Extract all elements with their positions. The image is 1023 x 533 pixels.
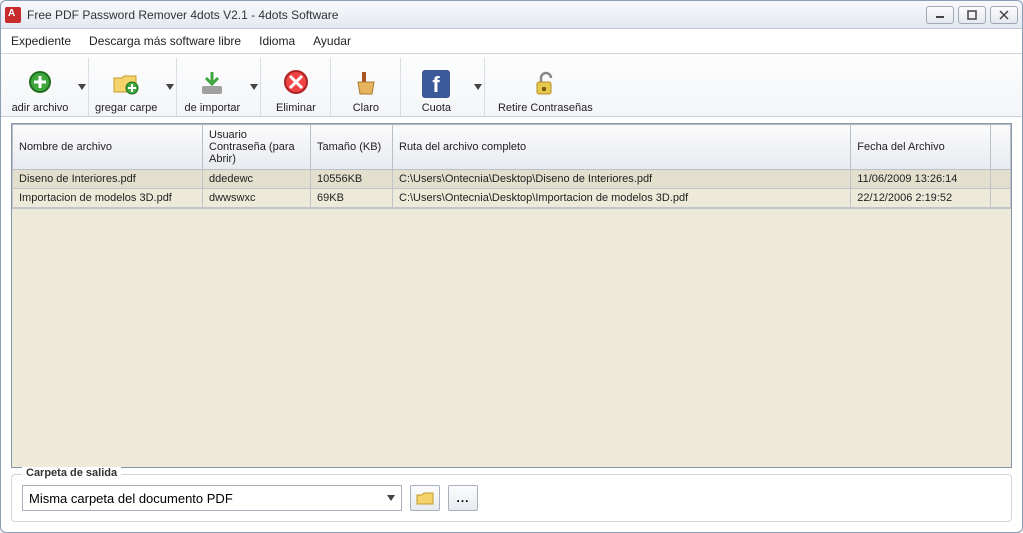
ellipsis-icon: ... bbox=[456, 491, 469, 505]
remove-icon bbox=[280, 68, 312, 100]
import-button[interactable]: de importar bbox=[177, 58, 247, 116]
file-table[interactable]: Nombre de archivo Usuario Contraseña (pa… bbox=[12, 124, 1011, 208]
chevron-down-icon bbox=[387, 495, 395, 501]
table-empty-area bbox=[12, 208, 1011, 467]
col-spacer bbox=[991, 125, 1011, 170]
col-filename[interactable]: Nombre de archivo bbox=[13, 125, 203, 170]
output-folder-combo[interactable]: Misma carpeta del documento PDF bbox=[22, 485, 402, 511]
close-button[interactable] bbox=[990, 6, 1018, 24]
col-path[interactable]: Ruta del archivo completo bbox=[393, 125, 851, 170]
menubar: Expediente Descarga más software libre I… bbox=[1, 29, 1022, 53]
svg-text:f: f bbox=[433, 72, 441, 97]
col-password[interactable]: Usuario Contraseña (para Abrir) bbox=[203, 125, 311, 170]
app-window: Free PDF Password Remover 4dots V2.1 - 4… bbox=[0, 0, 1023, 533]
add-file-icon bbox=[24, 68, 56, 100]
menu-descarga[interactable]: Descarga más software libre bbox=[89, 34, 241, 48]
maximize-button[interactable] bbox=[958, 6, 986, 24]
unlock-icon bbox=[529, 68, 561, 100]
unlock-button[interactable]: Retire Contraseñas bbox=[485, 58, 605, 116]
browse-button[interactable]: ... bbox=[448, 485, 478, 511]
menu-ayudar[interactable]: Ayudar bbox=[313, 34, 351, 48]
add-folder-button[interactable]: gregar carpe bbox=[89, 58, 163, 116]
window-controls bbox=[926, 6, 1018, 24]
menu-expediente[interactable]: Expediente bbox=[11, 34, 71, 48]
remove-button[interactable]: Eliminar bbox=[261, 58, 331, 116]
menu-idioma[interactable]: Idioma bbox=[259, 34, 295, 48]
facebook-icon: f bbox=[420, 68, 452, 100]
import-icon bbox=[196, 68, 228, 100]
add-file-dropdown[interactable] bbox=[75, 58, 89, 116]
col-size[interactable]: Tamaño (KB) bbox=[311, 125, 393, 170]
output-folder-panel: Carpeta de salida Misma carpeta del docu… bbox=[11, 474, 1012, 522]
content-area: Nombre de archivo Usuario Contraseña (pa… bbox=[1, 117, 1022, 474]
open-folder-button[interactable] bbox=[410, 485, 440, 511]
window-title: Free PDF Password Remover 4dots V2.1 - 4… bbox=[27, 8, 926, 22]
add-folder-icon bbox=[110, 68, 142, 100]
titlebar: Free PDF Password Remover 4dots V2.1 - 4… bbox=[1, 1, 1022, 29]
file-table-container: Nombre de archivo Usuario Contraseña (pa… bbox=[11, 123, 1012, 468]
clear-button[interactable]: Claro bbox=[331, 58, 401, 116]
share-button[interactable]: f Cuota bbox=[401, 58, 471, 116]
share-dropdown[interactable] bbox=[471, 58, 485, 116]
folder-icon bbox=[416, 490, 434, 506]
add-file-button[interactable]: adir archivo bbox=[5, 58, 75, 116]
app-icon bbox=[5, 7, 21, 23]
table-row[interactable]: Diseno de Interiores.pdf ddedewc 10556KB… bbox=[13, 170, 1011, 189]
clear-icon bbox=[350, 68, 382, 100]
add-folder-dropdown[interactable] bbox=[163, 58, 177, 116]
import-dropdown[interactable] bbox=[247, 58, 261, 116]
minimize-button[interactable] bbox=[926, 6, 954, 24]
toolbar: adir archivo gregar carpe de importar bbox=[1, 53, 1022, 117]
col-date[interactable]: Fecha del Archivo bbox=[851, 125, 991, 170]
table-row[interactable]: Importacion de modelos 3D.pdf dwwswxc 69… bbox=[13, 189, 1011, 208]
output-folder-legend: Carpeta de salida bbox=[22, 467, 121, 479]
